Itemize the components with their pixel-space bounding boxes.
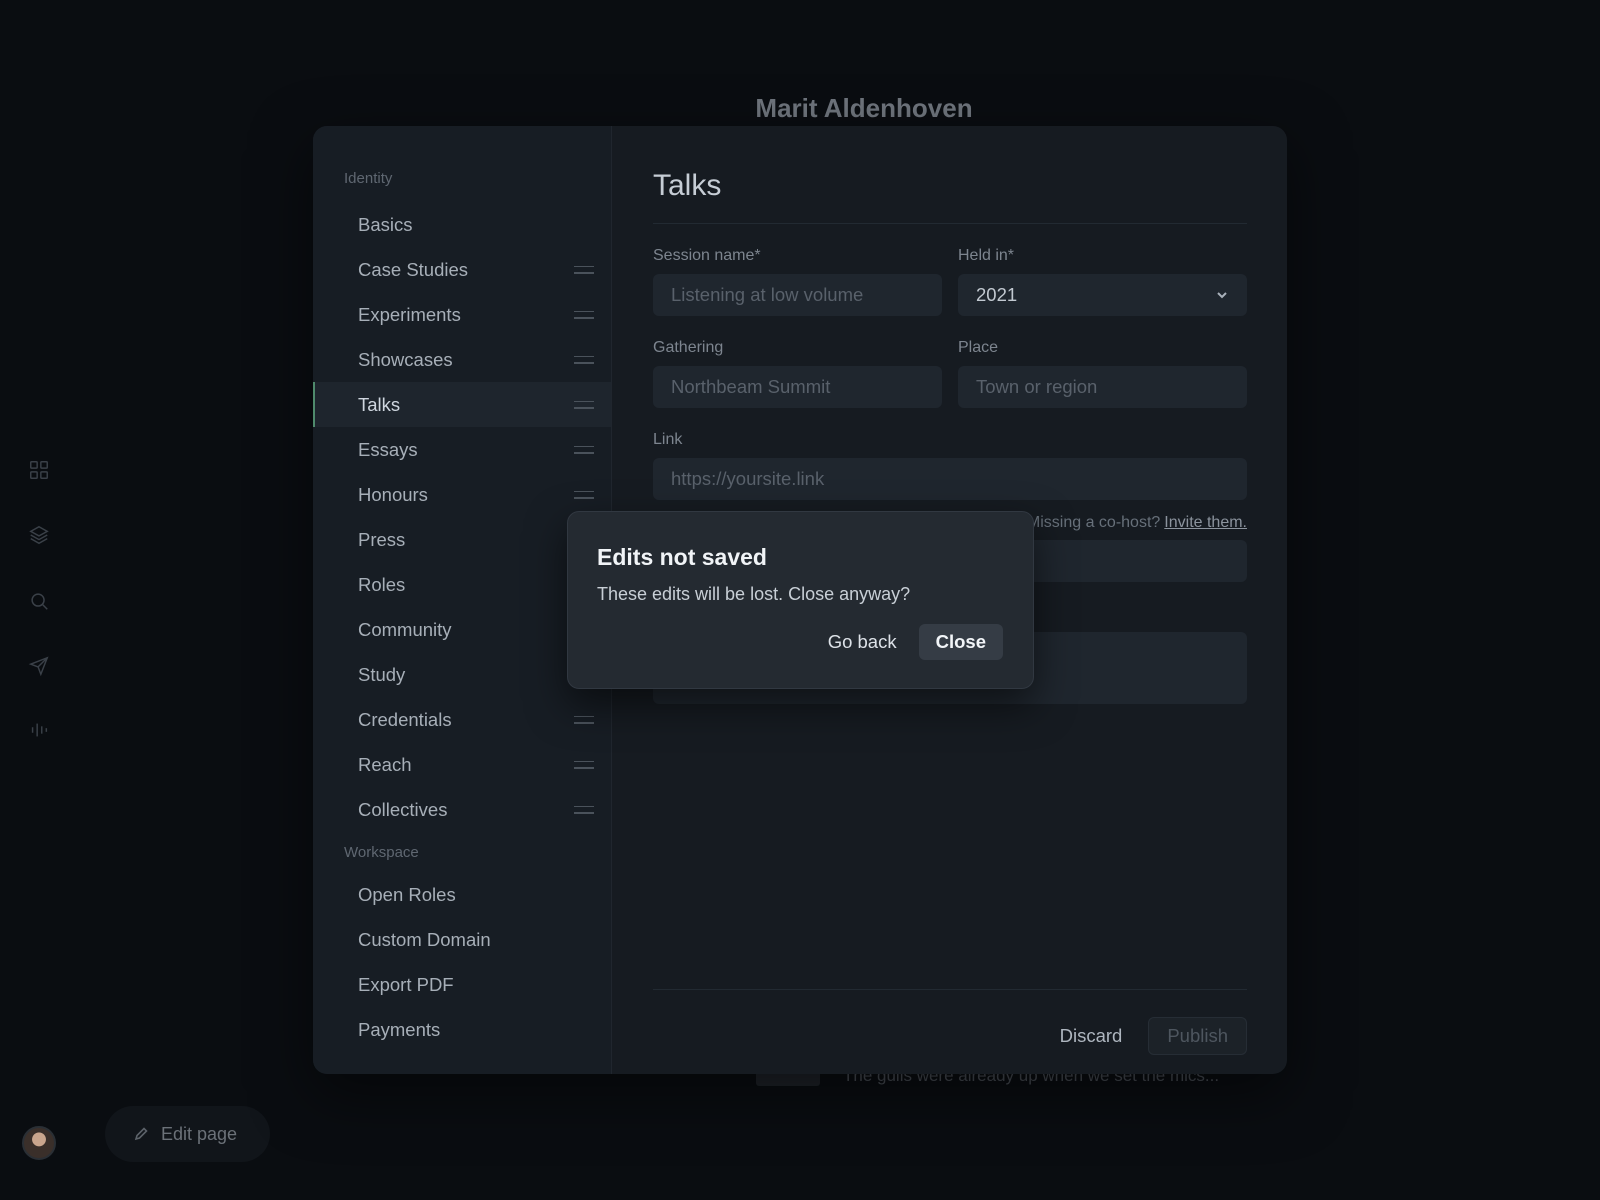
sidebar-item-case-studies[interactable]: Case Studies [313,247,611,292]
grid-icon[interactable] [27,458,51,482]
drag-handle-icon[interactable] [574,715,594,724]
footer-divider [653,989,1247,990]
place-input[interactable]: Town or region [958,366,1247,408]
avatar[interactable] [22,1126,56,1160]
sidebar-item-credentials[interactable]: Credentials [313,697,611,742]
layers-icon[interactable] [27,523,51,547]
sidebar-item-experiments[interactable]: Experiments [313,292,611,337]
sidebar-item-reach[interactable]: Reach [313,742,611,787]
drag-handle-icon[interactable] [574,265,594,274]
sidebar-item-custom-domain[interactable]: Custom Domain [313,917,611,962]
link-input[interactable]: https://yoursite.link [653,458,1247,500]
sidebar-item-collectives[interactable]: Collectives [313,787,611,832]
drag-handle-icon[interactable] [574,490,594,499]
drag-handle-icon[interactable] [574,445,594,454]
divider [653,223,1247,224]
dialog-message: These edits will be lost. Close anyway? [597,584,911,604]
invite-cohost-link[interactable]: Invite them. [1164,514,1247,532]
sidebar-item-export-pdf[interactable]: Export PDF [313,962,611,1007]
sidebar-item-payments[interactable]: Payments [313,1007,611,1052]
audio-bars-icon[interactable] [27,718,51,742]
gathering-label: Gathering [653,339,724,356]
sidebar-item-open-roles[interactable]: Open Roles [313,872,611,917]
drag-handle-icon[interactable] [574,805,594,814]
nav-group-workspace: Workspace [344,844,419,861]
session-name-input[interactable]: Listening at low volume [653,274,942,316]
place-label: Place [958,339,999,356]
drag-handle-icon[interactable] [574,355,594,364]
workspace-list: Open Roles Custom Domain Export PDF Paym… [313,872,611,1052]
go-back-button[interactable]: Go back [828,631,897,653]
unsaved-changes-dialog: Edits not saved These edits will be lost… [567,511,1034,689]
session-name-label: Session name* [653,247,761,264]
form-actions: Discard Publish [1060,1017,1247,1055]
drag-handle-icon[interactable] [574,310,594,319]
gathering-input[interactable]: Northbeam Summit [653,366,942,408]
dialog-title: Edits not saved [597,544,767,570]
sidebar-item-showcases[interactable]: Showcases [313,337,611,382]
publish-button[interactable]: Publish [1148,1017,1247,1055]
dialog-actions: Go back Close [828,624,1003,660]
sidebar-item-basics[interactable]: Basics [313,202,611,247]
profile-name: Marit Aldenhoven [755,93,973,123]
link-label: Link [653,431,683,448]
page-title: Talks [653,169,722,202]
discard-button[interactable]: Discard [1060,1025,1123,1047]
identity-list: Basics Case Studies Experiments Showcase… [313,202,611,832]
held-in-select[interactable]: 2021 [958,274,1247,316]
sidebar-item-honours[interactable]: Honours [313,472,611,517]
held-in-label: Held in* [958,247,1015,264]
send-icon[interactable] [27,654,51,678]
chevron-down-icon [1217,292,1227,299]
drag-handle-icon[interactable] [574,400,594,409]
close-button[interactable]: Close [918,624,1003,660]
search-icon[interactable] [27,589,51,613]
pencil-icon [134,1127,148,1141]
sidebar-item-talks[interactable]: Talks [313,382,611,427]
edit-page-label: Edit page [161,1123,238,1144]
sidebar-item-essays[interactable]: Essays [313,427,611,472]
nav-group-identity: Identity [344,170,393,187]
cohost-prompt: Missing a co-host? [1026,514,1161,531]
edit-page-button[interactable]: Edit page [105,1106,270,1162]
drag-handle-icon[interactable] [574,760,594,769]
